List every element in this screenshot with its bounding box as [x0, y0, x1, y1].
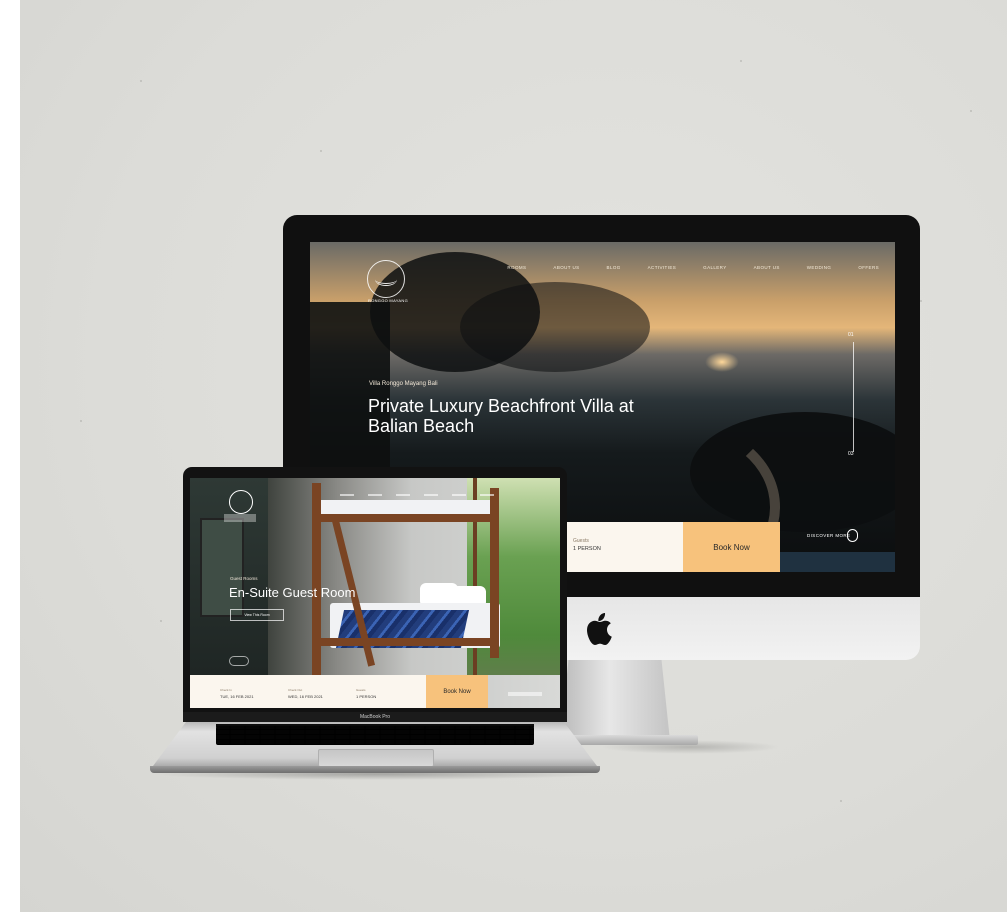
scroll-mouse-icon[interactable] [847, 529, 858, 542]
bunk-bed-rail [312, 638, 498, 646]
macbook-nav-item[interactable] [368, 494, 382, 496]
room-door [200, 518, 244, 617]
macbook-keyboard [216, 726, 534, 745]
macbook-nav-item[interactable] [480, 494, 494, 496]
macbook-label: MacBook Pro [359, 714, 390, 720]
guests-field[interactable]: Guests 1 PERSON [356, 688, 376, 699]
nav-item-activities[interactable]: ACTIVITIES [648, 265, 677, 270]
checkout-field[interactable]: Check Out WED, 16 FEB 2021 [288, 688, 323, 699]
slide-progress-line[interactable] [853, 342, 854, 452]
nav-item-blog[interactable]: BLOG [607, 265, 621, 270]
macbook-nav-item[interactable] [396, 494, 410, 496]
room-title: En-Suite Guest Room [229, 585, 356, 600]
guests-value: 1 PERSON [356, 694, 377, 699]
nav-item-wedding[interactable]: WEDDING [807, 265, 832, 270]
villa-logo[interactable] [367, 260, 405, 298]
macbook-logo-text [224, 514, 256, 522]
apple-logo-icon [587, 613, 612, 645]
nav-item-rooms[interactable]: ROOMS [507, 265, 526, 270]
macbook-villa-logo[interactable] [229, 490, 253, 514]
bunk-bed-post [312, 483, 321, 675]
main-nav: ROOMS ABOUT US BLOG ACTIVITIES GALLERY A… [480, 265, 879, 270]
macbook-screen: Guest Rooms En-Suite Guest Room View Thi… [190, 478, 560, 708]
nav-item-gallery[interactable]: GALLERY [703, 265, 726, 270]
guests-label: Guests [356, 688, 366, 692]
slide-counter-current: 01 [848, 332, 854, 338]
discover-more-link[interactable]: DISCOVER MORE [807, 533, 850, 538]
bunk-bed-rail [312, 514, 498, 522]
guest-value: 1 PERSON [573, 546, 601, 552]
tree-canopy [460, 282, 650, 372]
nav-item-about-us[interactable]: ABOUT US [754, 265, 780, 270]
wave-icon [375, 273, 397, 286]
macbook-nav-item[interactable] [340, 494, 354, 496]
macbook-chin: MacBook Pro [183, 712, 567, 722]
room-tag: Guest Rooms [230, 576, 258, 581]
view-room-button[interactable]: View This Room [230, 609, 284, 621]
macbook-front-edge [150, 766, 600, 773]
checkin-field[interactable]: Check In TUE, 16 FEB 2021 [220, 688, 254, 699]
macbook-book-now-button[interactable]: Book Now [426, 675, 488, 708]
booking-bar: Check In TUE, 16 FEB 2021 Check Out WED,… [190, 675, 426, 708]
macbook-nav [340, 494, 508, 496]
checkin-value: TUE, 16 FEB 2021 [220, 694, 254, 699]
guest-label: Guests [573, 538, 589, 544]
guest-selector[interactable]: Guests 1 PERSON [565, 522, 683, 572]
book-now-button[interactable]: Book Now [683, 522, 780, 572]
logo-text: RONGGO MAYANG [368, 298, 408, 303]
macbook-trackpad [318, 749, 434, 767]
checkout-value: WED, 16 FEB 2021 [288, 694, 323, 699]
footer-strip [780, 552, 895, 572]
nav-item-offers[interactable]: OFFERS [858, 265, 879, 270]
nav-item-about[interactable]: ABOUT US [553, 265, 579, 270]
hero-title: Private Luxury Beachfront Villa at Balia… [368, 396, 634, 436]
macbook-discover-link[interactable] [508, 692, 542, 696]
imac-stand [560, 657, 670, 741]
slider-arrows-icon[interactable] [229, 656, 249, 666]
hero-subtitle: Villa Ronggo Mayang Bali [369, 381, 438, 387]
checkout-label: Check Out [288, 688, 303, 692]
macbook-nav-item[interactable] [424, 494, 438, 496]
sunset-sun [705, 352, 739, 372]
slide-counter-total: 03 [848, 451, 854, 457]
checkin-label: Check In [220, 688, 232, 692]
macbook-nav-item[interactable] [452, 494, 466, 496]
